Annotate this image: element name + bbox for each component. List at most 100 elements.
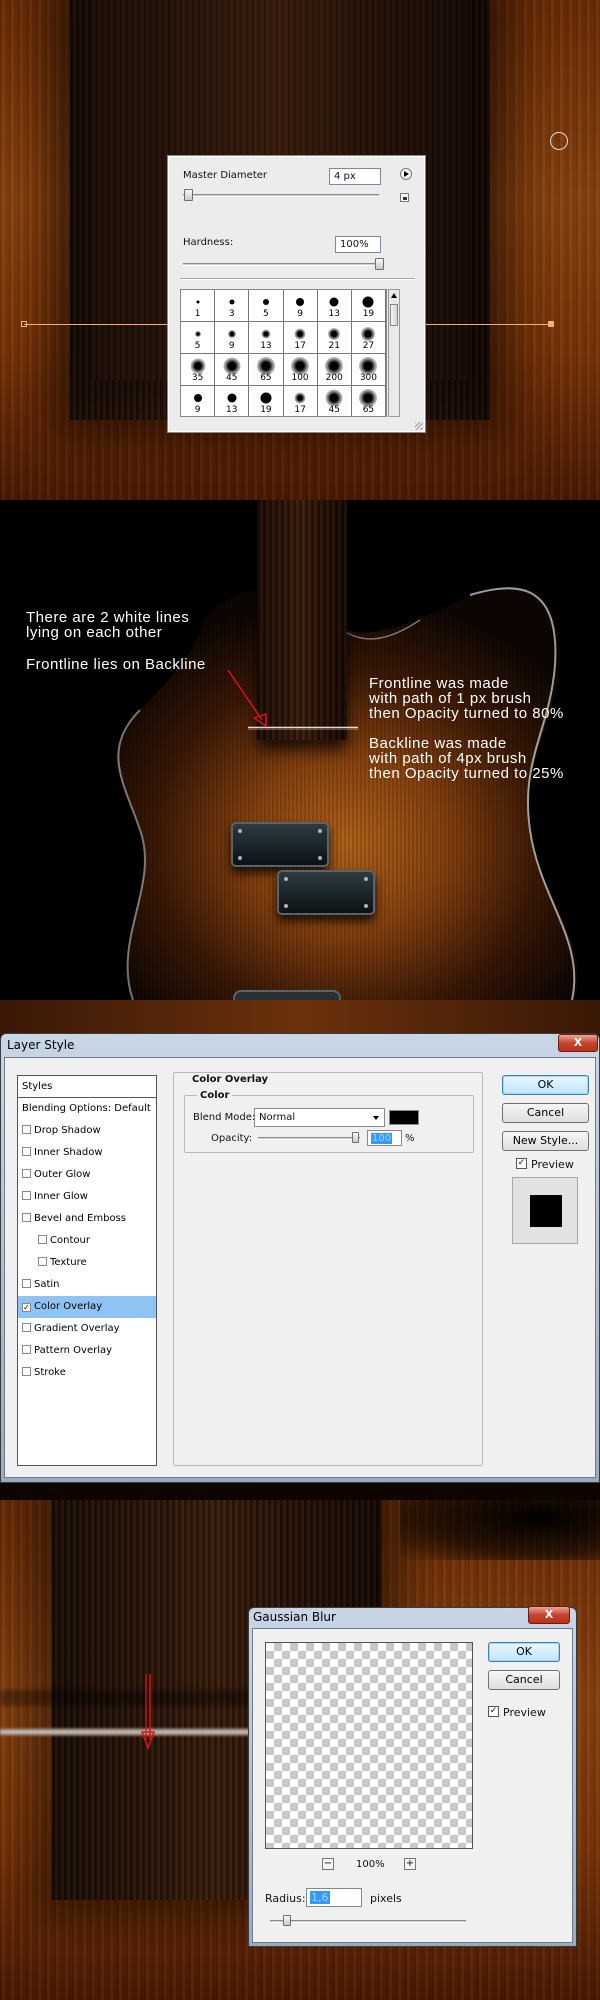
master-diameter-slider[interactable] — [183, 194, 379, 197]
brush-preset[interactable]: 300 — [351, 354, 386, 386]
brush-size-label: 35 — [191, 373, 204, 383]
brush-preset[interactable]: 35 — [181, 354, 216, 386]
style-checkbox[interactable] — [22, 1279, 31, 1288]
overlay-color-swatch[interactable] — [389, 1110, 419, 1125]
style-preview-box — [512, 1177, 578, 1244]
style-checkbox[interactable] — [22, 1213, 31, 1222]
style-item[interactable]: Satin — [18, 1274, 156, 1296]
brush-preset[interactable]: 1 — [181, 290, 216, 322]
brush-preset[interactable]: 65 — [351, 386, 386, 416]
brush-preset[interactable]: 65 — [249, 354, 284, 386]
radius-thumb[interactable] — [283, 1915, 291, 1926]
brush-preset[interactable]: 45 — [317, 386, 352, 416]
style-item[interactable]: Texture — [18, 1252, 156, 1274]
close-x-button[interactable]: X — [558, 1034, 598, 1052]
style-item[interactable]: Outer Glow — [18, 1164, 156, 1186]
style-item[interactable]: Drop Shadow — [18, 1120, 156, 1142]
preview-checkbox[interactable]: ✓ — [516, 1158, 527, 1169]
scroll-thumb[interactable] — [390, 304, 398, 326]
brush-preset-grid: 1 3 5 9 13 19 5 9 13 17 21 27 35 45 65 100 200 300 9 13 19 17… — [180, 289, 387, 417]
opacity-input[interactable]: 100 — [367, 1130, 402, 1146]
style-item[interactable]: Bevel and Emboss — [18, 1208, 156, 1230]
reset-size-icon[interactable] — [400, 193, 409, 202]
brush-preset[interactable]: 9 — [181, 386, 216, 416]
gb-close-button[interactable]: X — [528, 1606, 570, 1624]
style-checkbox[interactable] — [22, 1147, 31, 1156]
brush-preset[interactable]: 9 — [283, 290, 318, 322]
style-item-label: Color Overlay — [34, 1301, 103, 1312]
style-checkbox[interactable] — [22, 1169, 31, 1178]
style-checkbox[interactable] — [22, 1323, 31, 1332]
brush-preset[interactable]: 200 — [317, 354, 352, 386]
brush-preset[interactable]: 13 — [317, 290, 352, 322]
gb-ok-button[interactable]: OK — [488, 1642, 560, 1662]
brush-preset[interactable]: 3 — [215, 290, 250, 322]
hardness-input[interactable]: 100% — [335, 236, 381, 253]
style-item[interactable]: Styles — [18, 1076, 156, 1098]
guide-handle-right[interactable] — [548, 321, 554, 327]
brush-size-label: 3 — [228, 309, 235, 319]
blend-mode-select[interactable]: Normal — [254, 1108, 385, 1127]
style-item[interactable]: Blending Options: Default — [18, 1098, 156, 1120]
style-item[interactable]: Gradient Overlay — [18, 1318, 156, 1340]
brush-preset[interactable]: 27 — [351, 322, 386, 354]
scroll-up-arrow-icon[interactable] — [391, 293, 397, 298]
guide-handle-left[interactable] — [21, 321, 27, 327]
brush-grid-scrollbar[interactable] — [388, 289, 400, 417]
zoom-out-button[interactable]: − — [322, 1858, 334, 1870]
brush-preset[interactable]: 13 — [249, 322, 284, 354]
radius-input[interactable]: 1,6 — [306, 1888, 362, 1907]
brush-size-label: 9 — [194, 405, 201, 415]
style-item[interactable]: Contour — [18, 1230, 156, 1252]
gb-cancel-button[interactable]: Cancel — [488, 1670, 560, 1690]
dialog-titlebar[interactable]: Layer Style — [1, 1034, 599, 1057]
dark-shape — [400, 1500, 600, 1560]
brush-tip-icon — [227, 330, 236, 338]
brush-preset[interactable]: 5 — [249, 290, 284, 322]
gb-preview-checkbox[interactable]: ✓ — [488, 1706, 499, 1717]
ok-button[interactable]: OK — [502, 1075, 589, 1095]
zoom-in-button[interactable]: + — [404, 1858, 416, 1870]
master-diameter-thumb[interactable] — [184, 189, 193, 201]
brush-preset[interactable]: 17 — [283, 386, 318, 416]
gb-titlebar[interactable]: Gaussian Blur — [253, 1610, 336, 1624]
master-diameter-input[interactable]: 4 px — [329, 168, 381, 185]
panel-menu-button[interactable] — [400, 168, 412, 180]
style-checkbox[interactable] — [38, 1235, 47, 1244]
hardness-thumb[interactable] — [375, 258, 384, 270]
style-checkbox[interactable] — [38, 1257, 47, 1266]
brush-preset[interactable]: 13 — [215, 386, 250, 416]
brush-preset[interactable]: 45 — [215, 354, 250, 386]
hardness-slider[interactable] — [183, 263, 384, 266]
style-item[interactable]: Pattern Overlay — [18, 1340, 156, 1362]
brush-canvas-panel: Master Diameter 4 px Hardness: 100% 1359… — [0, 0, 600, 500]
brush-preset[interactable]: 19 — [351, 290, 386, 322]
style-item[interactable]: Inner Shadow — [18, 1142, 156, 1164]
brush-preset[interactable]: 17 — [283, 322, 318, 354]
style-item[interactable]: Stroke — [18, 1362, 156, 1384]
style-checkbox[interactable] — [22, 1191, 31, 1200]
opacity-thumb[interactable] — [352, 1132, 359, 1143]
brush-preset[interactable]: 9 — [215, 322, 250, 354]
style-checkbox[interactable] — [22, 1125, 31, 1134]
brush-preset[interactable]: 21 — [317, 322, 352, 354]
style-item[interactable]: ✓ Color Overlay — [18, 1296, 156, 1318]
style-checkbox[interactable] — [22, 1367, 31, 1376]
brush-preset[interactable]: 100 — [283, 354, 318, 386]
brush-preset[interactable]: 5 — [181, 322, 216, 354]
style-item[interactable]: Inner Glow — [18, 1186, 156, 1208]
gb-preview-canvas[interactable] — [265, 1642, 473, 1849]
style-checkbox[interactable] — [22, 1345, 31, 1354]
new-style-button[interactable]: New Style... — [502, 1131, 589, 1151]
cancel-button[interactable]: Cancel — [502, 1103, 589, 1123]
brush-size-label: 45 — [328, 405, 340, 415]
radius-slider[interactable] — [270, 1920, 466, 1923]
wood-backdrop — [0, 1000, 600, 1034]
resize-grip-icon[interactable] — [415, 422, 423, 430]
opacity-slider[interactable] — [258, 1137, 360, 1140]
brush-size-label: 19 — [362, 309, 375, 319]
brush-tip-icon — [229, 299, 235, 305]
style-checkbox[interactable]: ✓ — [22, 1303, 31, 1312]
blend-mode-label: Blend Mode: — [193, 1112, 256, 1123]
brush-preset[interactable]: 19 — [249, 386, 284, 416]
